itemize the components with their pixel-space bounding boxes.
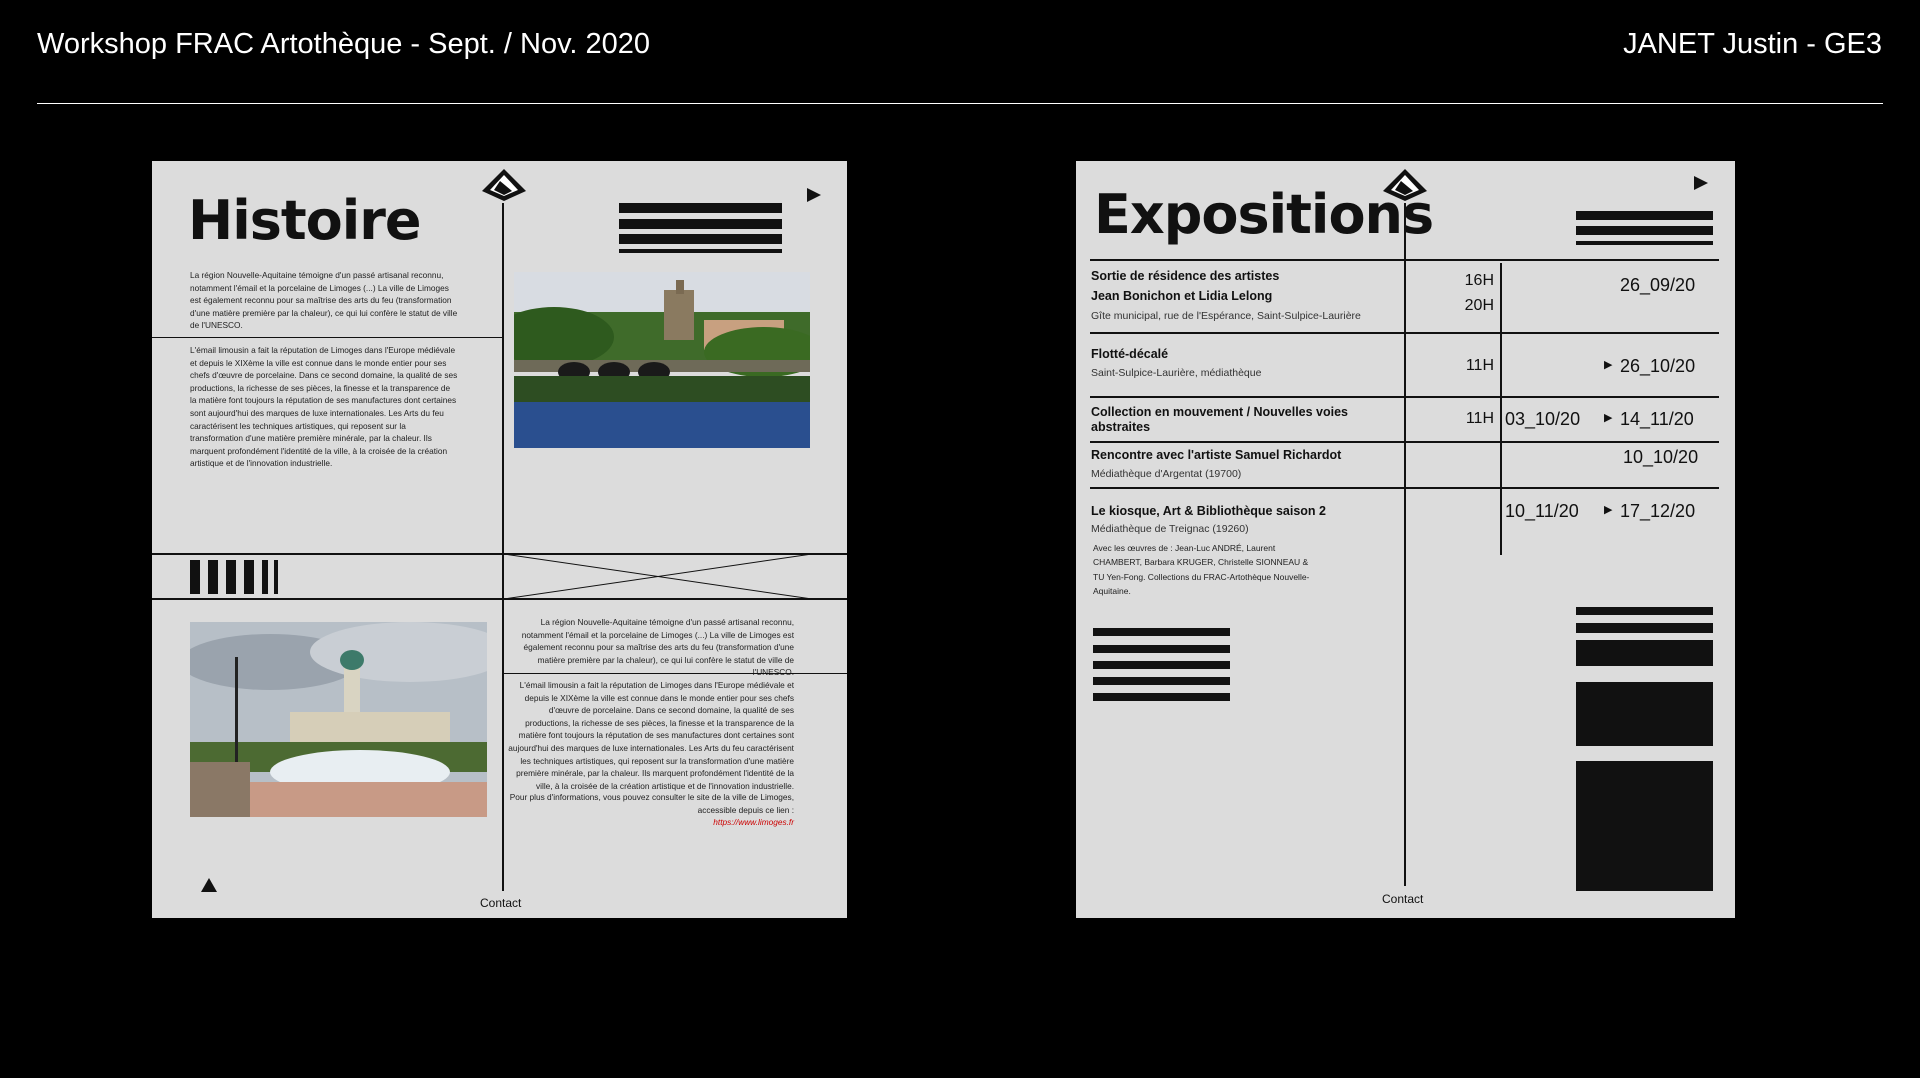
menu-bar bbox=[619, 219, 782, 229]
event-location: Médiathèque de Treignac (19260) bbox=[1091, 523, 1249, 535]
histoire-paragraph-4: L'émail limousin a fait la réputation de… bbox=[508, 680, 794, 791]
event-date: 17_12/20 bbox=[1620, 501, 1696, 521]
event-note: Avec les œuvres de : Jean-Luc ANDRÉ, Lau… bbox=[1093, 543, 1310, 596]
event-title: Jean Bonichon et Lidia Lelong bbox=[1091, 289, 1273, 303]
header-right-title: JANET Justin - GE3 bbox=[1623, 28, 1882, 60]
expositions-page: Expositions Sortie de résidence des arti… bbox=[1076, 161, 1735, 918]
event-date: 26_10/20 bbox=[1620, 356, 1696, 376]
histoire-paragraph-1: La région Nouvelle-Aquitaine témoigne d'… bbox=[190, 270, 458, 331]
event-title[interactable]: Collection en mouvement / Nouvelles voie… bbox=[1091, 405, 1391, 435]
divider bbox=[1090, 487, 1719, 489]
header-left-title: Workshop FRAC Artothèque - Sept. / Nov. … bbox=[37, 28, 651, 60]
menu-bar bbox=[1576, 226, 1713, 235]
event-title[interactable]: Le kiosque, Art & Bibliothèque saison 2 bbox=[1091, 504, 1326, 519]
play-arrow-icon[interactable] bbox=[1693, 175, 1709, 191]
event-time: 20H bbox=[1464, 297, 1494, 314]
menu-bar bbox=[1576, 623, 1713, 633]
cross-placeholder bbox=[504, 554, 812, 599]
menu-bar bbox=[1576, 211, 1713, 220]
central-axis-line bbox=[1404, 203, 1406, 886]
menu-bar bbox=[1576, 241, 1713, 245]
event-location: Saint-Sulpice-Laurière, médiathèque bbox=[1091, 367, 1262, 379]
event-title[interactable]: Rencontre avec l'artiste Samuel Richardo… bbox=[1091, 448, 1341, 463]
contact-link[interactable]: Contact bbox=[1382, 892, 1423, 906]
black-block bbox=[1576, 682, 1713, 746]
divider bbox=[1090, 441, 1719, 443]
event-date: 14_11/20 bbox=[1620, 409, 1694, 429]
barcode-bar bbox=[208, 560, 218, 594]
histoire-paragraph-2: L'émail limousin a fait la réputation de… bbox=[190, 345, 458, 469]
menu-bar bbox=[619, 203, 782, 213]
histoire-title: Histoire bbox=[188, 189, 422, 252]
black-block bbox=[1576, 761, 1713, 891]
event-date-from: 03_10/20 bbox=[1505, 409, 1581, 429]
histoire-paragraph-5: Pour plus d'informations, vous pouvez co… bbox=[509, 792, 794, 815]
menu-bar bbox=[1093, 677, 1230, 685]
barcode-bar bbox=[244, 560, 254, 594]
event-date-from: 10_11/20 bbox=[1505, 501, 1579, 521]
time-date-separator bbox=[1500, 263, 1502, 555]
arrow-right-icon: ▶ bbox=[1604, 504, 1613, 516]
histoire-page: Histoire La région Nouvelle-Aquitaine té… bbox=[152, 161, 847, 918]
menu-bar bbox=[619, 234, 782, 244]
barcode-bar bbox=[190, 560, 200, 594]
divider bbox=[1090, 396, 1719, 398]
divider bbox=[1090, 332, 1719, 334]
menu-bar bbox=[1093, 645, 1230, 653]
contact-link[interactable]: Contact bbox=[480, 896, 521, 910]
event-title[interactable]: Flotté-décalé bbox=[1091, 347, 1168, 362]
header-divider bbox=[37, 103, 1883, 104]
bridge-photo bbox=[514, 272, 810, 448]
divider bbox=[1090, 259, 1719, 261]
divider bbox=[504, 673, 847, 674]
menu-bar bbox=[1093, 693, 1230, 701]
play-arrow-icon[interactable] bbox=[806, 187, 822, 203]
event-date: 10_10/20 bbox=[1623, 447, 1699, 467]
triangle-up-icon[interactable] bbox=[200, 877, 218, 893]
divider bbox=[152, 337, 504, 338]
event-title[interactable]: Sortie de résidence des artistes bbox=[1091, 269, 1279, 284]
logo-icon bbox=[1383, 169, 1427, 201]
event-location: Médiathèque d'Argentat (19700) bbox=[1091, 468, 1242, 480]
menu-bar bbox=[619, 249, 782, 253]
event-time: 11H bbox=[1465, 357, 1494, 374]
black-block bbox=[1576, 640, 1713, 666]
station-photo bbox=[190, 622, 487, 817]
menu-bar bbox=[1576, 607, 1713, 615]
histoire-paragraph-3: La région Nouvelle-Aquitaine témoigne d'… bbox=[521, 617, 794, 677]
event-time: 11H bbox=[1465, 410, 1494, 427]
barcode-bar bbox=[262, 560, 268, 594]
barcode-bar bbox=[226, 560, 236, 594]
event-date: 26_09/20 bbox=[1620, 275, 1696, 295]
menu-bar bbox=[1093, 661, 1230, 669]
barcode-bar bbox=[274, 560, 278, 594]
arrow-right-icon: ▶ bbox=[1604, 359, 1613, 371]
limoges-link[interactable]: https://www.limoges.fr bbox=[713, 817, 794, 827]
menu-bar bbox=[1093, 628, 1230, 636]
event-time: 16H bbox=[1464, 272, 1494, 289]
logo-icon bbox=[482, 169, 526, 201]
event-location: Gîte municipal, rue de l'Espérance, Sain… bbox=[1091, 310, 1361, 322]
arrow-right-icon: ▶ bbox=[1604, 412, 1613, 424]
